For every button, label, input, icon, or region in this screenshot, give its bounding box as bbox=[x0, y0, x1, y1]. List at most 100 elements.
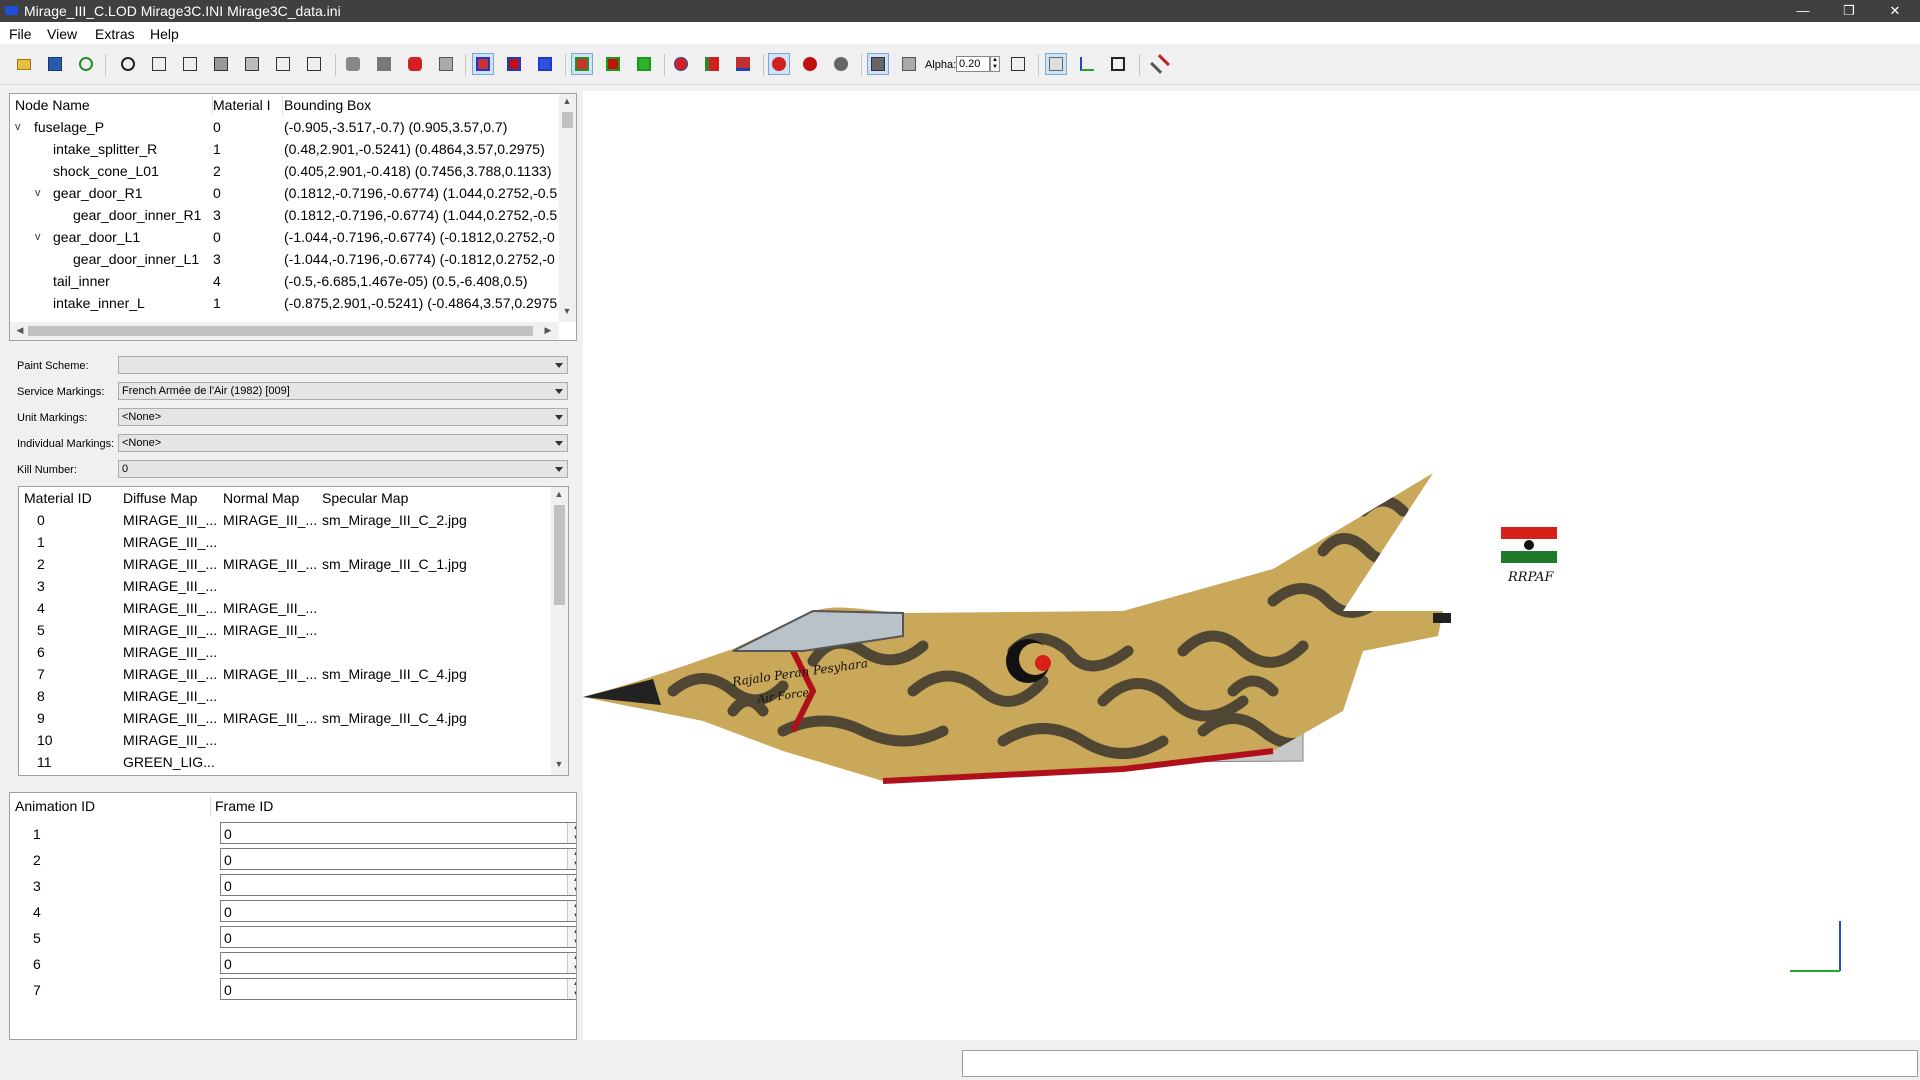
close-button[interactable]: ✕ bbox=[1872, 0, 1918, 22]
col-frame-id[interactable]: Frame ID bbox=[215, 795, 273, 817]
tree-row[interactable]: shock_cone_L01 2 (0.405,2.901,-0.418) (0… bbox=[10, 160, 558, 182]
expand-chevron-icon[interactable]: v bbox=[35, 226, 41, 248]
frame-id-spinner[interactable]: 0▲▼ bbox=[220, 952, 576, 974]
expand-chevron-icon[interactable]: v bbox=[15, 116, 21, 138]
kill-number-select[interactable]: 0 bbox=[118, 460, 568, 478]
3d-viewport[interactable]: Rajalo Peran Pesyhara Air Force RRPAF bbox=[583, 91, 1920, 1040]
tree-row[interactable]: intake_inner_L 1 (-0.875,2.901,-0.5241) … bbox=[10, 292, 558, 314]
view-top-icon[interactable] bbox=[211, 54, 231, 74]
table-row[interactable]: 3 MIRAGE_III_... bbox=[19, 575, 549, 597]
tree-row[interactable]: gear_door_inner_L1 3 (-1.044,-0.7196,-0.… bbox=[10, 248, 558, 270]
zoom-icon[interactable] bbox=[118, 54, 138, 74]
open-folder-icon[interactable] bbox=[14, 54, 34, 74]
scroll-up-icon[interactable]: ▲ bbox=[551, 489, 567, 499]
table-row[interactable]: 10 MIRAGE_III_... bbox=[19, 729, 549, 751]
grid-icon[interactable] bbox=[1045, 53, 1067, 75]
shade-flat-icon[interactable] bbox=[343, 54, 363, 74]
maximize-button[interactable]: ❐ bbox=[1826, 0, 1872, 22]
scroll-left-icon[interactable]: ◀ bbox=[12, 325, 28, 336]
material-vscrollbar[interactable]: ▲ ▼ bbox=[551, 487, 568, 775]
bomb-icon[interactable] bbox=[800, 54, 820, 74]
scroll-down-icon[interactable]: ▼ bbox=[551, 759, 567, 769]
col-material-id[interactable]: Material I bbox=[213, 94, 271, 116]
chevron-down-icon bbox=[555, 467, 563, 472]
col-specular-map[interactable]: Specular Map bbox=[322, 487, 408, 509]
menu-file[interactable]: File bbox=[9, 26, 32, 42]
view-bottom-icon[interactable] bbox=[242, 54, 262, 74]
bounding-box-icon[interactable] bbox=[1108, 54, 1128, 74]
table-row[interactable]: 6 MIRAGE_III_... bbox=[19, 641, 549, 663]
paint-scheme-select[interactable] bbox=[118, 356, 568, 374]
tree-row[interactable]: v gear_door_R1 0 (0.1812,-0.7196,-0.6774… bbox=[10, 182, 558, 204]
service-markings-select[interactable]: French Armée de l'Air (1982) [009] bbox=[118, 382, 568, 400]
col-bounding-box[interactable]: Bounding Box bbox=[284, 94, 371, 116]
bomb-target-icon[interactable] bbox=[768, 53, 790, 75]
frame-id-spinner[interactable]: 0▲▼ bbox=[220, 848, 576, 870]
node-bbox: (0.1812,-0.7196,-0.6774) (1.044,0.2752,-… bbox=[284, 207, 558, 223]
table-row[interactable]: 4 MIRAGE_III_... MIRAGE_III_... bbox=[19, 597, 549, 619]
tree-row[interactable]: tail_inner 4 (-0.5,-6.685,1.467e-05) (0.… bbox=[10, 270, 558, 292]
lighting-icon[interactable] bbox=[671, 54, 691, 74]
blue-box-icon[interactable] bbox=[472, 53, 494, 75]
save-icon[interactable] bbox=[45, 54, 65, 74]
tools-icon[interactable] bbox=[1150, 54, 1170, 74]
menu-extras[interactable]: Extras bbox=[95, 26, 135, 42]
view-left-icon[interactable] bbox=[273, 54, 293, 74]
view-right-icon[interactable] bbox=[304, 54, 324, 74]
blue-solid-icon[interactable] bbox=[504, 54, 524, 74]
col-material-id[interactable]: Material ID bbox=[24, 487, 92, 509]
shade-solid-icon[interactable] bbox=[374, 54, 394, 74]
table-row[interactable]: 1 MIRAGE_III_... bbox=[19, 531, 549, 553]
view-back-icon[interactable] bbox=[180, 54, 200, 74]
frame-id-spinner[interactable]: 0▲▼ bbox=[220, 874, 576, 896]
alpha-spinner[interactable]: ▲ ▼ bbox=[990, 56, 1000, 72]
menu-help[interactable]: Help bbox=[150, 26, 179, 42]
unit-markings-select[interactable]: <None> bbox=[118, 408, 568, 426]
minimize-button[interactable]: — bbox=[1780, 0, 1826, 22]
table-row[interactable]: 0 MIRAGE_III_... MIRAGE_III_... sm_Mirage_I… bbox=[19, 509, 549, 531]
col-normal-map[interactable]: Normal Map bbox=[223, 487, 299, 509]
green-solid-icon[interactable] bbox=[603, 54, 623, 74]
node-vscrollbar[interactable]: ▲ ▼ bbox=[559, 94, 576, 322]
node-hscrollbar[interactable]: ◀ ▶ bbox=[10, 322, 559, 340]
green-box-icon[interactable] bbox=[571, 53, 593, 75]
normals-icon[interactable] bbox=[702, 54, 722, 74]
tree-row[interactable]: gear_door_inner_R1 3 (0.1812,-0.7196,-0.… bbox=[10, 204, 558, 226]
alpha-input[interactable]: 0.20 bbox=[956, 56, 990, 72]
frame-id-spinner[interactable]: 0▲▼ bbox=[220, 900, 576, 922]
table-row[interactable]: 8 MIRAGE_III_... bbox=[19, 685, 549, 707]
table-row[interactable]: 7 MIRAGE_III_... MIRAGE_III_... sm_Mirage_I… bbox=[19, 663, 549, 685]
green-outline-icon[interactable] bbox=[634, 54, 654, 74]
scroll-down-icon[interactable]: ▼ bbox=[559, 306, 575, 316]
expand-chevron-icon[interactable]: v bbox=[35, 182, 41, 204]
frame-id-spinner[interactable]: 0▲▼ bbox=[220, 978, 576, 1000]
reload-icon[interactable] bbox=[76, 54, 96, 74]
scroll-right-icon[interactable]: ▶ bbox=[540, 325, 556, 336]
animation-id: 6 bbox=[33, 956, 41, 972]
col-animation-id[interactable]: Animation ID bbox=[15, 795, 95, 817]
bomb-gray-icon[interactable] bbox=[831, 54, 851, 74]
tree-row[interactable]: v gear_door_L1 0 (-1.044,-0.7196,-0.6774… bbox=[10, 226, 558, 248]
table-row[interactable]: 11 GREEN_LIG... bbox=[19, 751, 549, 773]
table-row[interactable]: 9 MIRAGE_III_... MIRAGE_III_... sm_Mirage_I… bbox=[19, 707, 549, 729]
table-row[interactable]: 2 MIRAGE_III_... MIRAGE_III_... sm_Mirage_I… bbox=[19, 553, 549, 575]
individual-markings-select[interactable]: <None> bbox=[118, 434, 568, 452]
tree-row[interactable]: intake_splitter_R 1 (0.48,2.901,-0.5241)… bbox=[10, 138, 558, 160]
blue-outline-icon[interactable] bbox=[535, 54, 555, 74]
cube-wire-icon[interactable] bbox=[1008, 54, 1028, 74]
view-front-icon[interactable] bbox=[149, 54, 169, 74]
frame-id-spinner[interactable]: 0▲▼ bbox=[220, 926, 576, 948]
col-node-name[interactable]: Node Name bbox=[15, 94, 90, 116]
shade-texture-icon[interactable] bbox=[405, 54, 425, 74]
cube-light-icon[interactable] bbox=[899, 54, 919, 74]
axis-icon[interactable] bbox=[1077, 54, 1097, 74]
menu-view[interactable]: View bbox=[47, 26, 77, 42]
axes-icon[interactable] bbox=[733, 54, 753, 74]
col-diffuse-map[interactable]: Diffuse Map bbox=[123, 487, 197, 509]
cube-solid-icon[interactable] bbox=[867, 53, 889, 75]
tree-row[interactable]: v fuselage_P 0 (-0.905,-3.517,-0.7) (0.9… bbox=[10, 116, 558, 138]
scroll-up-icon[interactable]: ▲ bbox=[559, 96, 575, 106]
frame-id-spinner[interactable]: 0▲▼ bbox=[220, 822, 576, 844]
shade-wire-icon[interactable] bbox=[436, 54, 456, 74]
table-row[interactable]: 5 MIRAGE_III_... MIRAGE_III_... bbox=[19, 619, 549, 641]
